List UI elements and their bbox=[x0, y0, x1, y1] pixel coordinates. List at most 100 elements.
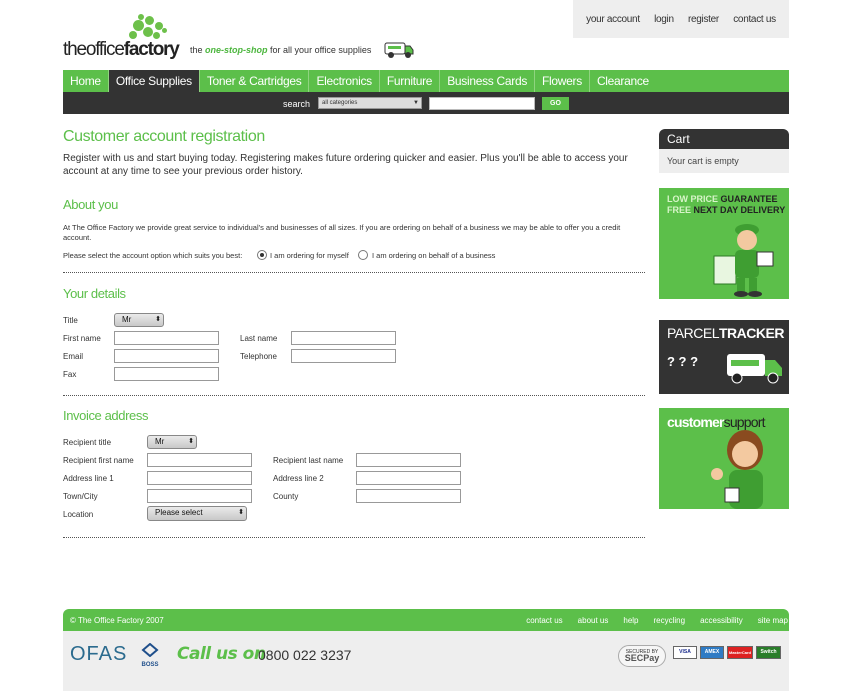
search-category-select[interactable]: all categories ▼ bbox=[318, 97, 422, 109]
cart-status: Your cart is empty bbox=[659, 149, 789, 173]
search-label: search bbox=[283, 99, 311, 109]
town-city-field[interactable] bbox=[147, 489, 252, 503]
nav-home[interactable]: Home bbox=[63, 70, 109, 92]
fax-label: Fax bbox=[63, 370, 77, 379]
boss-label: BOSS bbox=[141, 662, 159, 668]
page-intro: Register with us and start buying today.… bbox=[63, 153, 628, 177]
footer-accessibility-link[interactable]: accessibility bbox=[700, 616, 743, 625]
chevron-down-icon: ▼ bbox=[413, 100, 419, 106]
last-name-field[interactable] bbox=[291, 331, 396, 345]
footer-links: contact us about us help recycling acces… bbox=[526, 616, 788, 625]
footer-about-us-link[interactable]: about us bbox=[578, 616, 609, 625]
logo-dot bbox=[143, 27, 153, 37]
top-utility-nav: your account login register contact us bbox=[573, 0, 789, 38]
amex-card-icon: AMEX bbox=[700, 646, 724, 659]
email-field[interactable] bbox=[114, 349, 219, 363]
radio-ordering-myself-label: I am ordering for myself bbox=[270, 251, 349, 260]
question-marks-icon: ? ? ? bbox=[667, 354, 699, 369]
your-account-link[interactable]: your account bbox=[586, 14, 640, 25]
nav-electronics[interactable]: Electronics bbox=[309, 70, 380, 92]
account-option-question: Please select the account option which s… bbox=[63, 251, 243, 260]
divider bbox=[63, 395, 645, 396]
address-line-2-label: Address line 2 bbox=[273, 474, 324, 483]
parcel-tracker-title: PARCELTRACKER bbox=[667, 325, 784, 341]
login-link[interactable]: login bbox=[654, 14, 674, 25]
guarantee-text: LOW PRICE GUARANTEE FREE NEXT DAY DELIVE… bbox=[667, 194, 786, 215]
secpay-badge: SECURED BY SECPay bbox=[618, 645, 666, 667]
boss-diamond-icon bbox=[141, 642, 159, 658]
register-link[interactable]: register bbox=[688, 14, 719, 25]
logo-dot bbox=[145, 16, 154, 25]
recipient-title-value: Mr bbox=[155, 437, 165, 446]
radio-ordering-myself[interactable] bbox=[257, 250, 267, 260]
first-name-label: First name bbox=[63, 334, 101, 343]
price-guarantee-banner[interactable]: LOW PRICE GUARANTEE FREE NEXT DAY DELIVE… bbox=[659, 188, 789, 299]
last-name-label: Last name bbox=[240, 334, 278, 343]
about-text: At The Office Factory we provide great s… bbox=[63, 223, 621, 242]
fax-field[interactable] bbox=[114, 367, 219, 381]
chevron-updown-icon: ⬍ bbox=[155, 316, 161, 323]
recipient-title-select[interactable]: Mr ⬍ bbox=[147, 435, 197, 449]
tagline: the one-stop-shop for all your office su… bbox=[190, 45, 372, 55]
delivery-van-icon bbox=[383, 40, 415, 65]
recipient-last-name-label: Recipient last name bbox=[273, 456, 344, 465]
support-agent-illustration bbox=[711, 430, 763, 509]
county-label: County bbox=[273, 492, 299, 501]
logo-dot bbox=[162, 28, 167, 33]
location-label: Location bbox=[63, 510, 94, 519]
switch-card-icon: Switch bbox=[756, 646, 781, 659]
delivery-van-icon bbox=[727, 354, 782, 384]
page-title: Customer account registration bbox=[63, 128, 265, 145]
parcel-tracker-banner[interactable]: PARCELTRACKER ? ? ? bbox=[659, 320, 789, 394]
footer-help-link[interactable]: help bbox=[623, 616, 638, 625]
nav-clearance[interactable]: Clearance bbox=[590, 70, 656, 92]
nav-toner-cartridges[interactable]: Toner & Cartridges bbox=[200, 70, 310, 92]
address-line-1-field[interactable] bbox=[147, 471, 252, 485]
search-category-value: all categories bbox=[322, 100, 358, 106]
chevron-updown-icon: ⬍ bbox=[188, 438, 194, 445]
invoice-heading: Invoice address bbox=[63, 408, 149, 423]
address-line-2-field[interactable] bbox=[356, 471, 461, 485]
search-bar bbox=[63, 92, 789, 114]
details-heading: Your details bbox=[63, 286, 126, 301]
address-line-1-label: Address line 1 bbox=[63, 474, 114, 483]
delivery-man-illustration bbox=[713, 224, 774, 297]
logo-dot bbox=[129, 31, 137, 39]
footer-contact-us-link[interactable]: contact us bbox=[526, 616, 562, 625]
phone-number: 0800 022 3237 bbox=[258, 647, 352, 663]
logo-wordmark: theofficefactory bbox=[63, 39, 180, 60]
ofas-logo: OFAS bbox=[70, 643, 128, 665]
telephone-label: Telephone bbox=[240, 352, 277, 361]
recipient-first-name-field[interactable] bbox=[147, 453, 252, 467]
site-logo[interactable]: theofficefactory bbox=[63, 14, 183, 62]
recipient-last-name-field[interactable] bbox=[356, 453, 461, 467]
divider bbox=[63, 272, 645, 273]
nav-business-cards[interactable]: Business Cards bbox=[440, 70, 536, 92]
title-select[interactable]: Mr ⬍ bbox=[114, 313, 164, 327]
recipient-first-name-label: Recipient first name bbox=[63, 456, 134, 465]
title-label: Title bbox=[63, 316, 78, 325]
county-field[interactable] bbox=[356, 489, 461, 503]
search-input[interactable] bbox=[429, 97, 535, 110]
boss-logo: BOSS bbox=[141, 642, 159, 668]
footer-site-map-link[interactable]: site map bbox=[758, 616, 788, 625]
about-heading: About you bbox=[63, 197, 118, 212]
location-select[interactable]: Please select ⬍ bbox=[147, 506, 247, 521]
telephone-field[interactable] bbox=[291, 349, 396, 363]
contact-us-link[interactable]: contact us bbox=[733, 14, 776, 25]
first-name-field[interactable] bbox=[114, 331, 219, 345]
nav-office-supplies[interactable]: Office Supplies bbox=[108, 70, 200, 92]
town-city-label: Town/City bbox=[63, 492, 98, 501]
nav-flowers[interactable]: Flowers bbox=[535, 70, 590, 92]
footer-recycling-link[interactable]: recycling bbox=[654, 616, 686, 625]
mastercard-icon: MasterCard bbox=[727, 646, 753, 659]
radio-ordering-business[interactable] bbox=[358, 250, 368, 260]
search-go-button[interactable]: GO bbox=[542, 97, 569, 110]
main-nav: Home Office Supplies Toner & Cartridges … bbox=[63, 70, 789, 92]
customer-support-banner[interactable]: customersupport bbox=[659, 408, 789, 509]
location-select-value: Please select bbox=[155, 508, 203, 517]
title-select-value: Mr bbox=[122, 315, 132, 324]
nav-furniture[interactable]: Furniture bbox=[380, 70, 441, 92]
logo-dot bbox=[138, 14, 144, 20]
secpay-text: SECPay bbox=[624, 653, 660, 663]
